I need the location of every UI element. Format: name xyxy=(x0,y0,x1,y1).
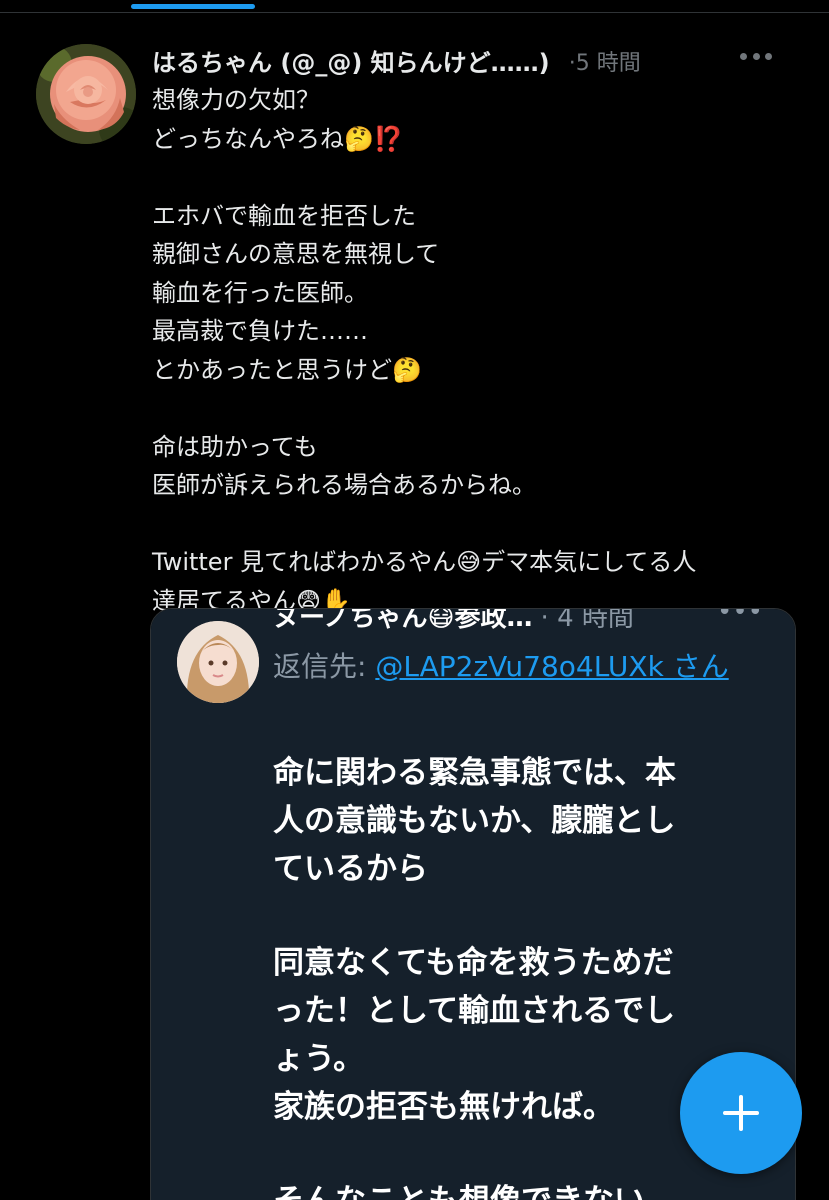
tweet-text-line: 命は助かっても xyxy=(152,432,318,461)
screenshot-text-line: 同意なくても命を救うためだ xyxy=(273,945,674,981)
tweet-text-line: Twitter 見てればわかるやん😅デマ本気にしてる人 xyxy=(152,548,697,576)
screenshot-text-blank xyxy=(273,893,773,939)
more-horizontal-icon[interactable] xyxy=(740,53,772,63)
tweet-text-blank xyxy=(152,389,802,428)
tweet-text-line: エホバで輸血を拒否した xyxy=(152,201,416,230)
tweet-text: 想像力の欠如？ どっちなんやろね🤔⁉️ エホバで輸血を拒否した 親御さんの意思を… xyxy=(152,81,802,620)
screenshot-more-icon: ••• xyxy=(716,608,763,627)
tweet-text-line: 最高裁で負けた…… xyxy=(152,317,368,345)
timestamp[interactable]: ·5 時間 xyxy=(569,51,641,76)
tweet-text-line: 想像力の欠如？ xyxy=(152,86,320,114)
girl-avatar-icon xyxy=(177,621,259,703)
tweet-text-line: 輸血を行った医師。 xyxy=(152,278,368,307)
screenshot-display-name: ヌーノちゃん😷参政… xyxy=(273,608,533,633)
screenshot-text-line: 命に関わる緊急事態では、本 xyxy=(273,755,676,791)
tweet[interactable]: はるちゃん (@_@) 知らんけど……) ·5 時間 想像力の欠如？ どっちなん… xyxy=(0,13,829,1200)
screenshot-reply-to: 返信先: @LAP2zVu78o4LUXk さん xyxy=(273,645,773,689)
tweet-text-line: 医師が訴えられる場合あるからね。 xyxy=(152,471,536,499)
timestamp-value: 5 時間 xyxy=(575,50,641,76)
screenshot-text-line: ているから xyxy=(273,851,428,887)
reply-prefix: 返信先: xyxy=(273,650,376,683)
reply-handle: @LAP2zVu78o4LUXk さん xyxy=(375,650,729,683)
screenshot-header: ヌーノちゃん😷参政… · 4 時間 ••• xyxy=(273,608,793,633)
screenshot-text-line: そんなことも想像できない xyxy=(273,1177,773,1200)
screenshot-text-line: った！として輸血されるでし xyxy=(273,993,676,1029)
tweet-text-line: 親御さんの意思を無視して xyxy=(152,240,440,268)
timestamp-separator: · xyxy=(568,50,576,76)
tweet-text-blank xyxy=(152,158,802,197)
rose-avatar-icon xyxy=(36,44,136,144)
tweet-text-line: とかあったと思うけど🤔 xyxy=(152,355,422,384)
plus-icon xyxy=(723,1095,759,1131)
compose-button[interactable] xyxy=(680,1052,802,1174)
tweet-header: はるちゃん (@_@) 知らんけど……) ·5 時間 xyxy=(152,43,812,77)
screenshot-avatar xyxy=(177,621,259,703)
tweet-text-blank xyxy=(152,505,802,544)
avatar[interactable] xyxy=(36,44,136,144)
tweet-text-line: どっちなんやろね🤔⁉️ xyxy=(152,124,404,153)
active-tab-indicator xyxy=(131,4,255,9)
display-name[interactable]: はるちゃん (@_@) 知らんけど……) xyxy=(152,49,550,77)
screenshot-timestamp: · 4 時間 xyxy=(540,608,634,633)
screenshot-text-line: 人の意識もないか、朦朧とし xyxy=(273,803,676,839)
top-tab-bar xyxy=(0,0,829,13)
